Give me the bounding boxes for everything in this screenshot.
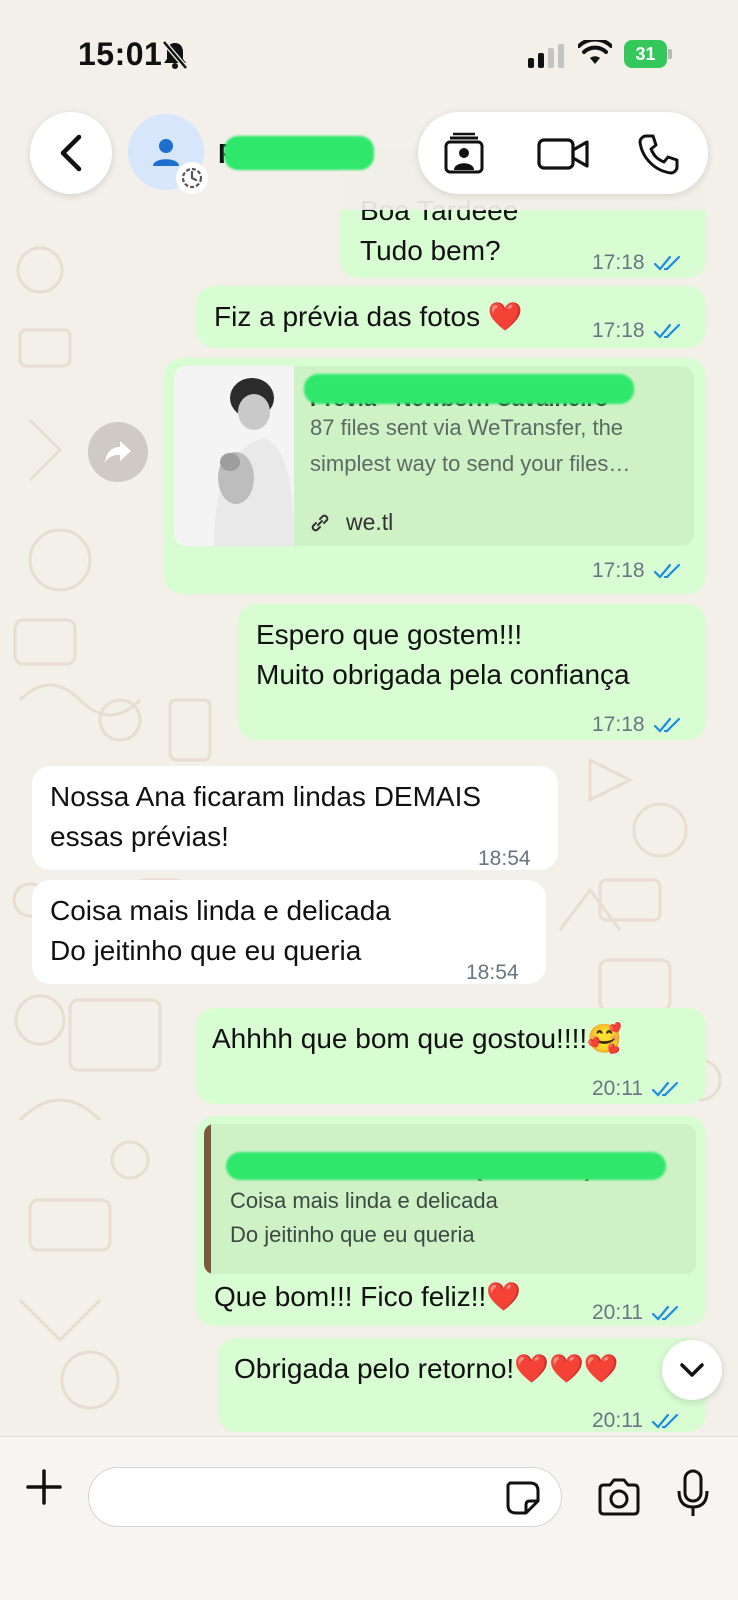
- quote-bar: [204, 1124, 211, 1274]
- message-meta: 17:18: [592, 550, 683, 591]
- message-meta: 18:54: [478, 838, 531, 879]
- message-meta: 17:18: [592, 242, 683, 283]
- read-ticks-icon: [651, 1081, 679, 1097]
- message-meta: 18:54: [466, 952, 519, 993]
- forward-button[interactable]: [88, 422, 148, 482]
- wifi-icon: [577, 37, 613, 71]
- message-bubble[interactable]: Fiz a prévia das fotos ❤️ 17:18: [196, 286, 706, 348]
- message-bubble-incoming[interactable]: Coisa mais linda e delicada Do jeitinho …: [32, 880, 546, 984]
- message-bubble[interactable]: Ahhhh que bom que gostou!!!!🥰 20:11: [196, 1008, 706, 1104]
- message-text: Nossa Ana ficaram lindas DEMAIS: [50, 781, 482, 812]
- timer-icon: [176, 162, 208, 194]
- chevron-down-icon: [680, 1363, 704, 1377]
- link-preview-card[interactable]: Prévia - Newborn Cavalheiro 87 files sen…: [174, 366, 694, 546]
- message-meta: 17:18: [592, 704, 683, 745]
- message-time: 18:54: [478, 847, 531, 870]
- camera-icon[interactable]: [596, 1477, 642, 1522]
- microphone-icon[interactable]: [676, 1469, 710, 1524]
- link-icon: [311, 514, 329, 531]
- quote-text: Coisa mais linda e delicada Do jeitinho …: [230, 1184, 498, 1252]
- redaction-mark: [304, 374, 634, 404]
- message-time: 18:54: [466, 961, 519, 984]
- message-bubble-reply[interactable]: Fernanda Cavalheiro (Newborn) Coisa mais…: [196, 1116, 706, 1326]
- message-text: Do jeitinho que eu queria: [50, 935, 362, 966]
- composer-bar: [0, 1436, 738, 1600]
- message-time: 20:11: [592, 1077, 643, 1100]
- message-text: Que bom!!! Fico feliz!!❤️: [214, 1281, 522, 1312]
- message-meta: 20:11: [592, 1400, 681, 1441]
- message-time: 17:18: [592, 559, 645, 582]
- bell-slash-icon: [162, 40, 188, 75]
- battery-level: 31: [624, 40, 667, 68]
- message-meta: 17:18: [592, 310, 683, 351]
- message-text: Ahhhh que bom que gostou!!!!🥰: [212, 1023, 623, 1054]
- read-ticks-icon: [653, 323, 680, 339]
- link-domain-row: we.tl: [310, 502, 393, 543]
- message-bubble[interactable]: Obrigada pelo retorno!❤️❤️❤️ 20:11: [218, 1338, 706, 1432]
- message-bubble[interactable]: Espero que gostem!!! Muito obrigada pela…: [238, 604, 706, 740]
- signal-icon: [528, 44, 564, 73]
- chevron-left-icon: [60, 134, 82, 172]
- plus-icon[interactable]: [24, 1467, 64, 1512]
- message-bubble-link[interactable]: Prévia - Newborn Cavalheiro 87 files sen…: [164, 358, 706, 594]
- quote-line: Do jeitinho que eu queria: [230, 1222, 475, 1247]
- message-text: Tudo bem?: [360, 235, 501, 266]
- battery-icon: 31: [624, 40, 672, 68]
- message-text: essas prévias!: [50, 821, 229, 852]
- message-time: 17:18: [592, 319, 645, 342]
- message-text: Espero que gostem!!!: [256, 619, 523, 650]
- message-meta: 20:11: [592, 1068, 681, 1109]
- read-ticks-icon: [651, 1413, 679, 1429]
- message-time: 17:18: [592, 713, 645, 736]
- quoted-message[interactable]: Fernanda Cavalheiro (Newborn) Coisa mais…: [204, 1124, 696, 1274]
- status-time: 15:01: [78, 36, 163, 72]
- redaction-mark: [226, 1152, 666, 1180]
- message-text: Muito obrigada pela confiança: [256, 659, 630, 690]
- redaction-mark: [224, 136, 374, 170]
- video-camera-icon[interactable]: [536, 132, 590, 181]
- link-description: 87 files sent via WeTransfer, the simple…: [310, 415, 631, 476]
- read-ticks-icon: [653, 717, 680, 733]
- message-time: 20:11: [592, 1301, 643, 1324]
- scroll-to-bottom-button[interactable]: [662, 1340, 722, 1400]
- message-time: 17:18: [592, 251, 645, 274]
- message-meta: 20:11: [592, 1292, 681, 1333]
- link-domain: we.tl: [346, 509, 394, 535]
- phone-icon[interactable]: [636, 132, 680, 181]
- read-ticks-icon: [653, 563, 680, 579]
- status-bar: 15:01 31: [0, 0, 738, 100]
- link-thumbnail: [174, 366, 294, 546]
- sticker-icon[interactable]: [504, 1479, 542, 1522]
- contact-card-icon[interactable]: [442, 132, 486, 181]
- message-time: 20:11: [592, 1409, 643, 1432]
- message-text: Coisa mais linda e delicada: [50, 895, 391, 926]
- message-text: Fiz a prévia das fotos ❤️: [214, 301, 523, 332]
- message-text: Obrigada pelo retorno!❤️❤️❤️: [234, 1353, 619, 1384]
- forward-icon: [105, 441, 131, 463]
- message-input[interactable]: [88, 1467, 562, 1527]
- quote-line: Coisa mais linda e delicada: [230, 1188, 498, 1213]
- header-actions-top: [418, 112, 708, 194]
- read-ticks-icon: [653, 255, 680, 271]
- message-bubble-incoming[interactable]: Nossa Ana ficaram lindas DEMAIS essas pr…: [32, 766, 558, 870]
- read-ticks-icon: [651, 1305, 679, 1321]
- back-button-top[interactable]: [30, 112, 112, 194]
- person-icon: [153, 139, 179, 166]
